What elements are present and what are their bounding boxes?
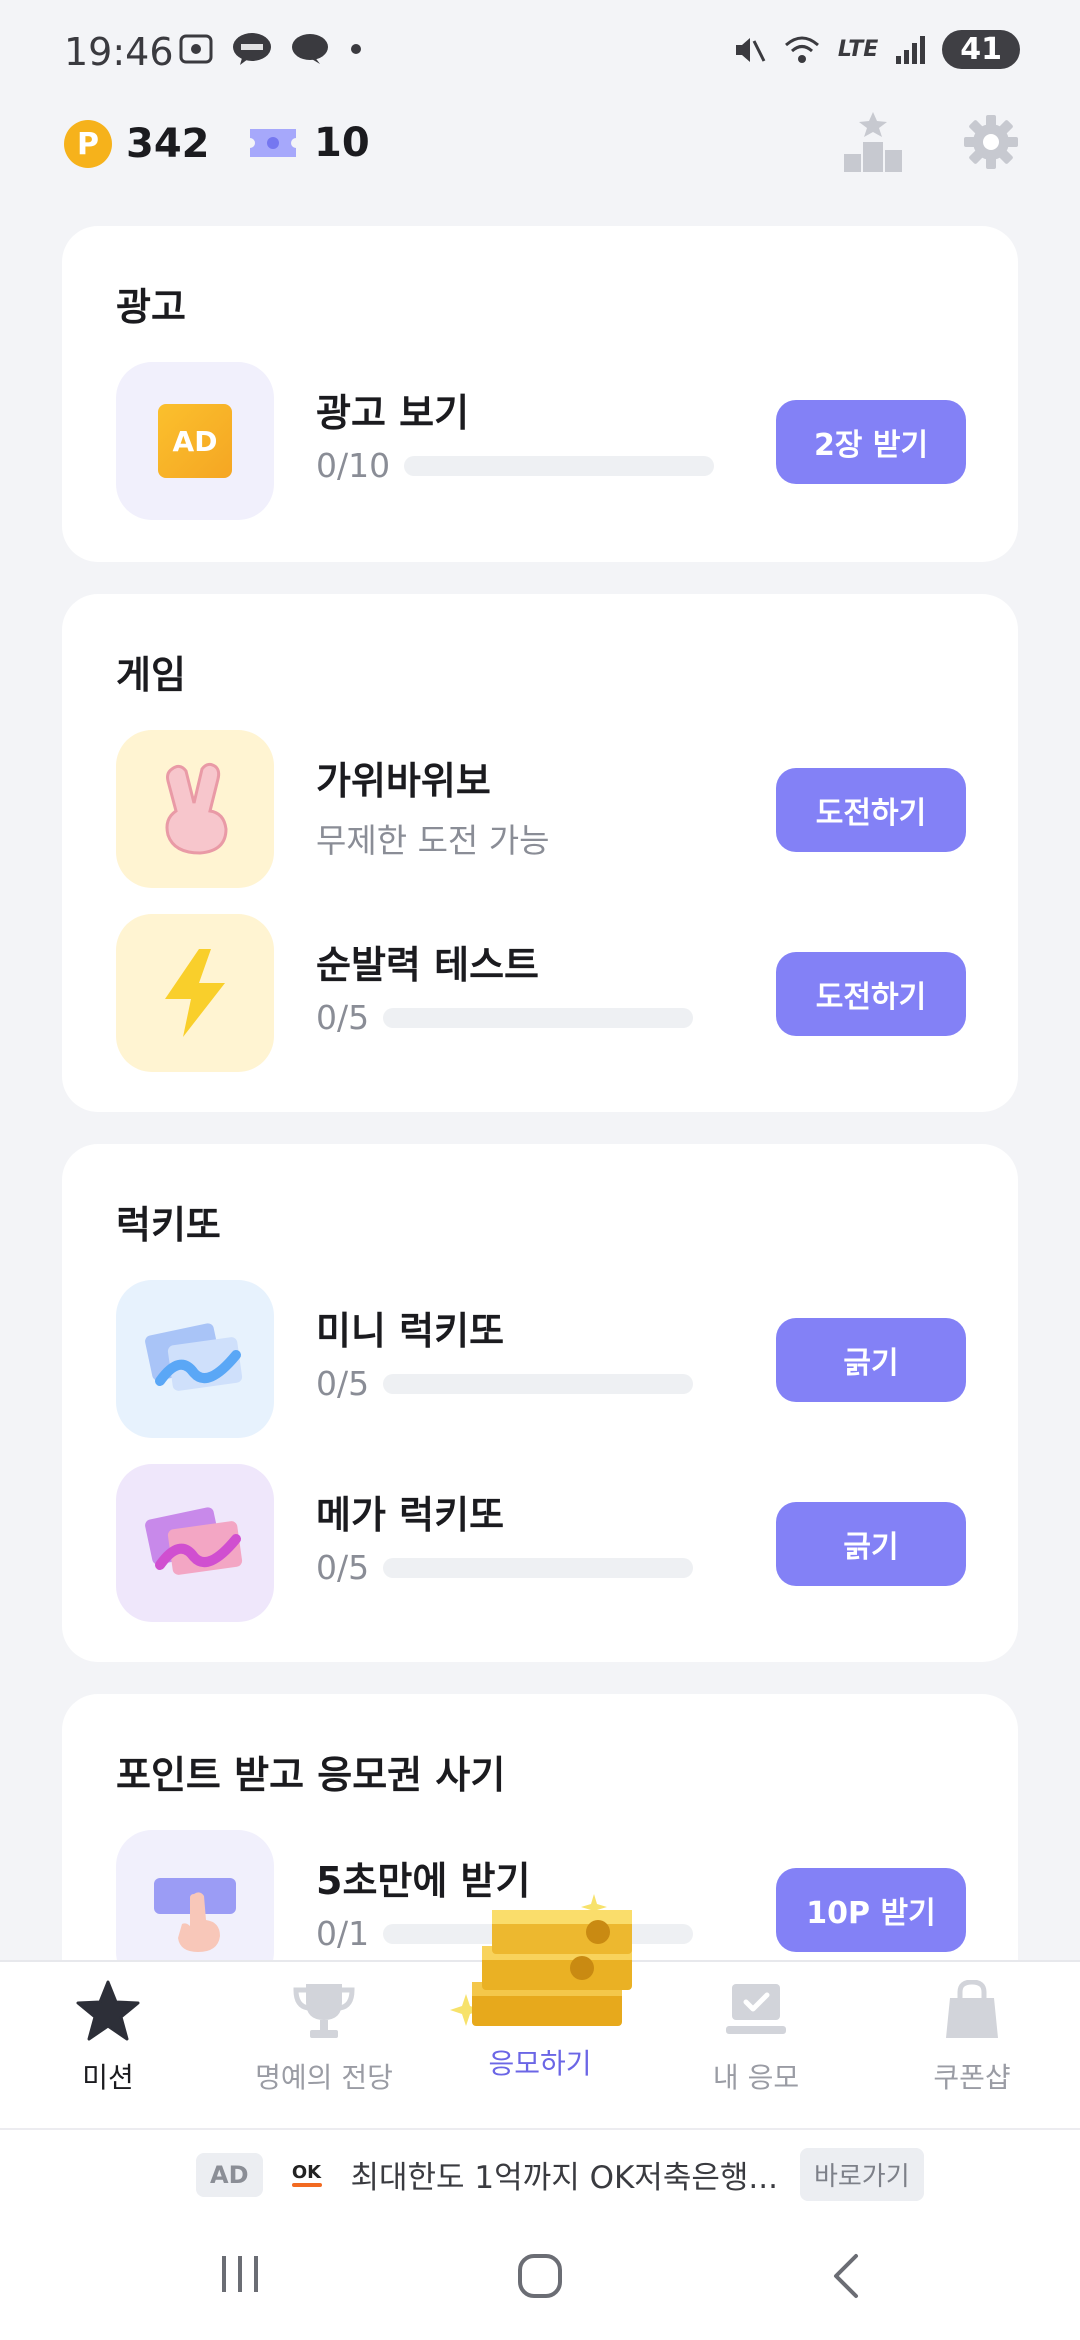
section-title: 포인트 받고 응모권 사기 xyxy=(116,1753,506,1797)
back-icon[interactable] xyxy=(826,2252,866,2300)
progress-text: 0/5 xyxy=(316,1364,370,1403)
screenshot-icon xyxy=(179,34,213,64)
get-10p-button[interactable]: 10P 받기 xyxy=(776,1868,966,1952)
row-title: 순발력 테스트 xyxy=(316,943,539,987)
rock-paper-scissors-row: 가위바위보 무제한 도전 가능 도전하기 xyxy=(116,730,966,890)
progress-bar xyxy=(383,1007,694,1028)
point-count: 342 xyxy=(126,121,210,167)
row-title: 미니 럭키또 xyxy=(316,1309,505,1353)
progress-text: 0/5 xyxy=(316,998,370,1037)
tap-finger-icon xyxy=(154,1878,236,1952)
tab-label: 내 응모 xyxy=(712,2061,800,2094)
logo-text: OK xyxy=(291,2162,322,2183)
ticket-balance[interactable]: 10 xyxy=(246,120,370,166)
ticket-count: 10 xyxy=(314,120,370,166)
reaction-thumb xyxy=(116,914,274,1072)
system-icons: LTE 41 xyxy=(732,30,1020,69)
notification-icons xyxy=(178,32,364,66)
tab-label: 명예의 전당 xyxy=(255,2061,393,2094)
rps-challenge-button[interactable]: 도전하기 xyxy=(776,768,966,852)
tab-mission[interactable]: 미션 xyxy=(18,1980,198,2096)
mini-lotto-thumb xyxy=(116,1280,274,1438)
row-title: 메가 럭키또 xyxy=(316,1493,505,1537)
trophy-icon xyxy=(293,1984,355,2038)
ad-icon: AD xyxy=(158,404,232,478)
victory-hand-icon xyxy=(165,762,228,855)
rps-thumb xyxy=(116,730,274,888)
top-bar: P 342 10 xyxy=(0,110,1080,180)
game-section-card: 게임 가위바위보 무제한 도전 가능 도전하기 순발력 테스트 0/5 도전하기 xyxy=(62,594,1018,1112)
lightning-icon xyxy=(165,949,225,1037)
ad-badge: AD xyxy=(196,2152,263,2197)
recent-apps-icon[interactable] xyxy=(216,2252,266,2296)
laptop-check-icon xyxy=(726,1984,786,2034)
section-title: 광고 xyxy=(116,285,186,329)
mega-lotto-thumb xyxy=(116,1464,274,1622)
mega-lotto-progress: 0/5 xyxy=(316,1548,694,1587)
progress-bar xyxy=(383,1557,694,1578)
mini-lotto-progress: 0/5 xyxy=(316,1364,694,1403)
reaction-progress: 0/5 xyxy=(316,998,694,1037)
ok-bank-logo-icon: OK xyxy=(285,2162,329,2187)
lucky-lotto-section-card: 럭키또 미니 럭키또 0/5 긁기 메가 럭키또 0/5 긁기 xyxy=(62,1144,1018,1662)
reaction-test-row: 순발력 테스트 0/5 도전하기 xyxy=(116,914,966,1074)
row-title: 가위바위보 xyxy=(316,759,491,803)
progress-bar xyxy=(383,1373,694,1394)
ticket-icon xyxy=(250,129,296,157)
row-title: 광고 보기 xyxy=(316,391,470,435)
scratch-card-icon xyxy=(145,1323,243,1391)
ad-banner[interactable]: AD OK 최대한도 1억까지 OK저축은행... 바로가기 xyxy=(0,2128,1080,2220)
battery-indicator: 41 xyxy=(942,30,1020,69)
settings-gear-icon[interactable] xyxy=(962,113,1020,171)
point-coin-icon: P xyxy=(64,120,112,168)
status-bar: 19:46 LTE 41 xyxy=(0,0,1080,100)
mega-lotto-row: 메가 럭키또 0/5 긁기 xyxy=(116,1464,966,1624)
money-stack-icon xyxy=(450,1894,632,2026)
system-nav-bar xyxy=(0,2218,1080,2340)
shopping-bag-icon xyxy=(946,1979,998,2038)
point-balance[interactable]: P 342 xyxy=(64,120,210,168)
tab-label: 쿠폰샵 xyxy=(933,2061,1011,2094)
row-subtitle: 무제한 도전 가능 xyxy=(316,821,550,860)
tab-coupon-shop[interactable]: 쿠폰샵 xyxy=(882,1979,1062,2096)
mute-icon xyxy=(735,37,766,62)
mini-lotto-scratch-button[interactable]: 긁기 xyxy=(776,1318,966,1402)
ad-progress: 0/10 xyxy=(316,446,715,485)
progress-text: 0/1 xyxy=(316,1914,370,1953)
ad-text: 최대한도 1억까지 OK저축은행... xyxy=(350,2160,778,2196)
mini-lotto-row: 미니 럭키또 0/5 긁기 xyxy=(116,1280,966,1440)
lte-label: LTE xyxy=(837,37,879,62)
scratch-card-icon xyxy=(145,1507,243,1575)
mega-lotto-scratch-button[interactable]: 긁기 xyxy=(776,1502,966,1586)
get-2-tickets-button[interactable]: 2장 받기 xyxy=(776,400,966,484)
section-title: 럭키또 xyxy=(116,1203,221,1247)
star-icon xyxy=(76,1980,140,2041)
ad-thumb: AD xyxy=(116,362,274,520)
tab-enter[interactable]: 응모하기 xyxy=(450,1882,632,2082)
dot-icon xyxy=(351,44,361,54)
talk-icon xyxy=(233,33,271,65)
wifi-icon xyxy=(784,36,819,63)
progress-bar xyxy=(404,455,715,476)
progress-text: 0/5 xyxy=(316,1548,370,1587)
tab-hall-of-fame[interactable]: 명예의 전당 xyxy=(234,1980,414,2096)
ranking-icon[interactable] xyxy=(842,110,904,174)
tab-label: 응모하기 xyxy=(488,2047,592,2080)
progress-text: 0/10 xyxy=(316,446,391,485)
tab-my-entries[interactable]: 내 응모 xyxy=(666,1980,846,2096)
home-icon[interactable] xyxy=(516,2252,564,2300)
bottom-tab-bar: 미션 명예의 전당 응모하기 내 응모 쿠폰샵 xyxy=(0,1894,1080,2130)
reaction-challenge-button[interactable]: 도전하기 xyxy=(776,952,966,1036)
watch-ad-row: AD 광고 보기 0/10 2장 받기 xyxy=(116,362,966,522)
section-title: 게임 xyxy=(116,653,186,697)
tab-label: 미션 xyxy=(82,2061,134,2094)
ad-go-button[interactable]: 바로가기 xyxy=(799,2148,924,2201)
status-time: 19:46 xyxy=(64,30,174,74)
chat-bubble-icon xyxy=(292,34,328,64)
signal-icon xyxy=(896,35,926,64)
ad-section-card: 광고 AD 광고 보기 0/10 2장 받기 xyxy=(62,226,1018,562)
